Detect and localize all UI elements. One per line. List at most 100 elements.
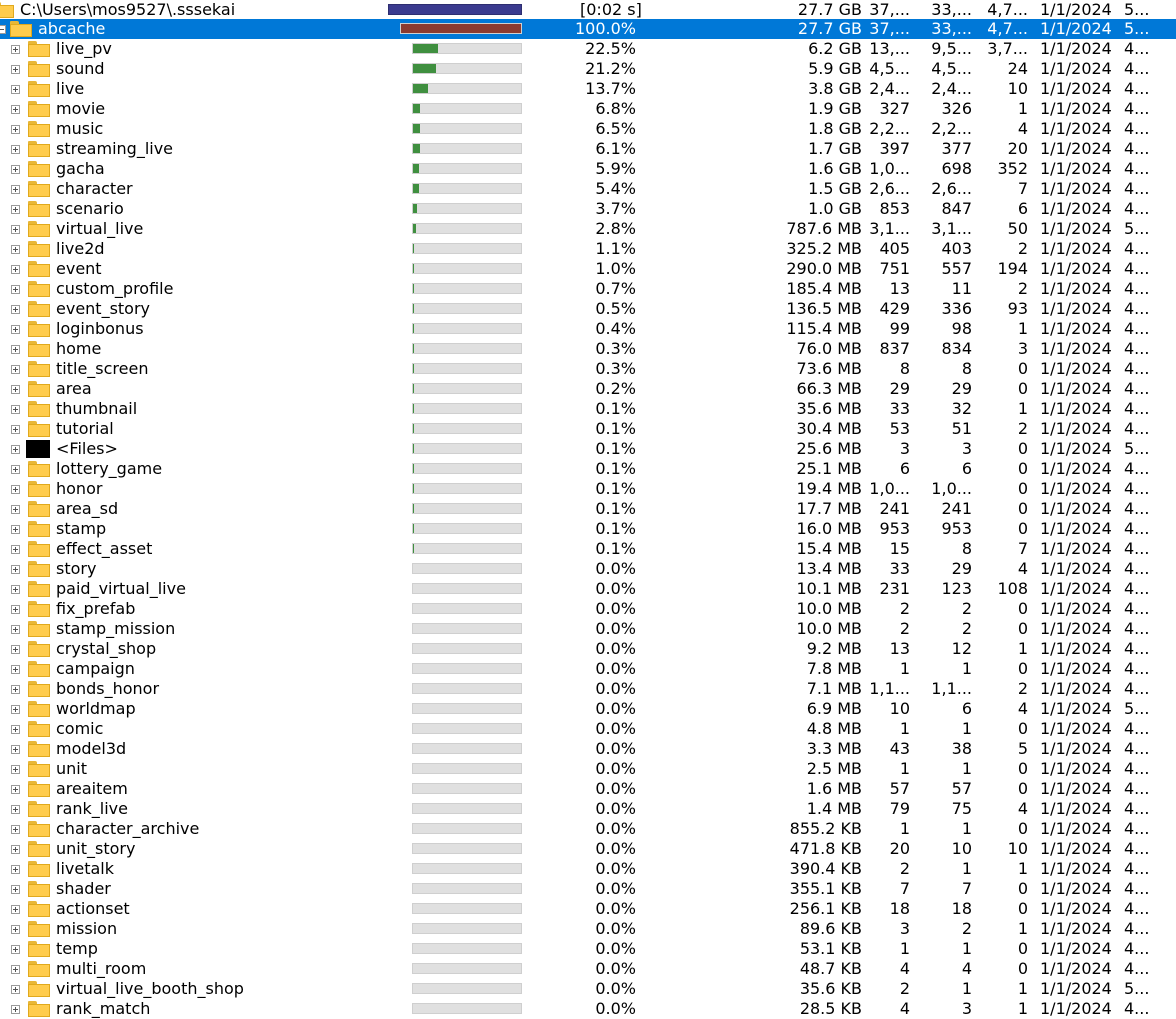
tree-row[interactable]: thumbnail 0.1% 35.6 MB 33 32 1 1/1/2024 4... <box>0 399 1176 419</box>
tree-row[interactable]: areaitem 0.0% 1.6 MB 57 57 0 1/1/2024 4... <box>0 779 1176 799</box>
expand-icon[interactable] <box>11 465 20 474</box>
tree-row[interactable]: bonds_honor 0.0% 7.1 MB 1,1... 1,1... 2 1/1/20… <box>0 679 1176 699</box>
expand-icon[interactable] <box>11 885 20 894</box>
tree-row[interactable]: custom_profile 0.7% 185.4 MB 13 11 2 1/1/2024 4… <box>0 279 1176 299</box>
tree-row[interactable]: story 0.0% 13.4 MB 33 29 4 1/1/2024 4... <box>0 559 1176 579</box>
tree-row[interactable]: tutorial 0.1% 30.4 MB 53 51 2 1/1/2024 4... <box>0 419 1176 439</box>
expand-icon[interactable] <box>11 1005 20 1014</box>
expand-icon[interactable] <box>11 865 20 874</box>
tree-row[interactable]: model3d 0.0% 3.3 MB 43 38 5 1/1/2024 4... <box>0 739 1176 759</box>
expand-icon[interactable] <box>11 365 20 374</box>
tree-row[interactable]: live 13.7% 3.8 GB 2,4... 2,4... 10 1/1/2024 4..… <box>0 79 1176 99</box>
expand-icon[interactable] <box>11 545 20 554</box>
tree-row[interactable]: fix_prefab 0.0% 10.0 MB 2 2 0 1/1/2024 4... <box>0 599 1176 619</box>
expand-icon[interactable] <box>11 945 20 954</box>
expand-icon[interactable] <box>11 585 20 594</box>
expand-icon[interactable] <box>11 145 20 154</box>
expand-icon[interactable] <box>11 965 20 974</box>
tree-row[interactable]: streaming_live 6.1% 1.7 GB 397 377 20 1/1/2024… <box>0 139 1176 159</box>
tree-row[interactable]: area 0.2% 66.3 MB 29 29 0 1/1/2024 4... <box>0 379 1176 399</box>
expand-icon[interactable] <box>11 645 20 654</box>
expand-icon[interactable] <box>11 205 20 214</box>
tree-row-selected[interactable]: abcache 100.0% 27.7 GB 37,... 33,... 4,7… <box>0 19 1176 39</box>
tree-row[interactable]: rank_live 0.0% 1.4 MB 79 75 4 1/1/2024 4... <box>0 799 1176 819</box>
tree-row[interactable]: multi_room 0.0% 48.7 KB 4 4 0 1/1/2024 4... <box>0 959 1176 979</box>
tree-row[interactable]: rank_match 0.0% 28.5 KB 4 3 1 1/1/2024 4... <box>0 999 1176 1019</box>
expand-icon[interactable] <box>11 265 20 274</box>
expand-icon[interactable] <box>11 985 20 994</box>
tree-row[interactable]: <Files> 0.1% 25.6 MB 3 3 0 1/1/2024 5... <box>0 439 1176 459</box>
expand-icon[interactable] <box>11 165 20 174</box>
tree-row[interactable]: stamp 0.1% 16.0 MB 953 953 0 1/1/2024 4... <box>0 519 1176 539</box>
tree-row[interactable]: home 0.3% 76.0 MB 837 834 3 1/1/2024 4... <box>0 339 1176 359</box>
expand-icon[interactable] <box>11 605 20 614</box>
tree-row[interactable]: paid_virtual_live 0.0% 10.1 MB 231 123 108 1/1… <box>0 579 1176 599</box>
expand-icon[interactable] <box>11 625 20 634</box>
expand-icon[interactable] <box>11 385 20 394</box>
expand-icon[interactable] <box>11 245 20 254</box>
tree-row[interactable]: character_archive 0.0% 855.2 KB 1 1 0 1/1/2024… <box>0 819 1176 839</box>
tree-row[interactable]: actionset 0.0% 256.1 KB 18 18 0 1/1/2024 4... <box>0 899 1176 919</box>
expand-icon[interactable] <box>11 405 20 414</box>
tree-row[interactable]: crystal_shop 0.0% 9.2 MB 13 12 1 1/1/2024 4... <box>0 639 1176 659</box>
tree-row[interactable]: event_story 0.5% 136.5 MB 429 336 93 1/1/2024 4… <box>0 299 1176 319</box>
tree-row[interactable]: scenario 3.7% 1.0 GB 853 847 6 1/1/2024 4... <box>0 199 1176 219</box>
tree-row[interactable]: honor 0.1% 19.4 MB 1,0... 1,0... 0 1/1/2024 4..… <box>0 479 1176 499</box>
expand-icon[interactable] <box>11 525 20 534</box>
tree-row[interactable]: unit_story 0.0% 471.8 KB 20 10 10 1/1/2024 4... <box>0 839 1176 859</box>
tree-row[interactable]: campaign 0.0% 7.8 MB 1 1 0 1/1/2024 4... <box>0 659 1176 679</box>
expand-icon[interactable] <box>11 565 20 574</box>
tree-row[interactable]: live_pv 22.5% 6.2 GB 13,... 9,5... 3,7... 1/1/… <box>0 39 1176 59</box>
expand-icon[interactable] <box>11 485 20 494</box>
tree-row[interactable]: temp 0.0% 53.1 KB 1 1 0 1/1/2024 4... <box>0 939 1176 959</box>
expand-icon[interactable] <box>11 845 20 854</box>
tree-row[interactable]: stamp_mission 0.0% 10.0 MB 2 2 0 1/1/2024 4... <box>0 619 1176 639</box>
expand-icon[interactable] <box>11 105 20 114</box>
expand-icon[interactable] <box>11 745 20 754</box>
tree-row[interactable]: character 5.4% 1.5 GB 2,6... 2,6... 7 1/1/2024… <box>0 179 1176 199</box>
tree-row[interactable]: effect_asset 0.1% 15.4 MB 15 8 7 1/1/2024 4... <box>0 539 1176 559</box>
tree-row[interactable]: event 1.0% 290.0 MB 751 557 194 1/1/2024 4... <box>0 259 1176 279</box>
tree-row[interactable]: live2d 1.1% 325.2 MB 405 403 2 1/1/2024 4... <box>0 239 1176 259</box>
expand-icon[interactable] <box>11 325 20 334</box>
tree-row[interactable]: shader 0.0% 355.1 KB 7 7 0 1/1/2024 4... <box>0 879 1176 899</box>
expand-icon[interactable] <box>11 685 20 694</box>
expand-icon[interactable] <box>11 825 20 834</box>
expand-icon[interactable] <box>11 285 20 294</box>
tree-row[interactable]: music 6.5% 1.8 GB 2,2... 2,2... 4 1/1/2024 4... <box>0 119 1176 139</box>
expand-icon[interactable] <box>11 125 20 134</box>
collapse-icon[interactable] <box>0 25 6 34</box>
expand-icon[interactable] <box>11 785 20 794</box>
tree-row[interactable]: loginbonus 0.4% 115.4 MB 99 98 1 1/1/2024 4... <box>0 319 1176 339</box>
expand-icon[interactable] <box>11 665 20 674</box>
expand-icon[interactable] <box>11 185 20 194</box>
expand-icon[interactable] <box>11 805 20 814</box>
tree-row[interactable]: mission 0.0% 89.6 KB 3 2 1 1/1/2024 4... <box>0 919 1176 939</box>
tree-root-row[interactable]: C:\Users\mos9527\.sssekai [0:02 s] 27.7 … <box>0 0 1176 20</box>
expand-icon[interactable] <box>11 925 20 934</box>
tree-row[interactable]: lottery_game 0.1% 25.1 MB 6 6 0 1/1/2024 4... <box>0 459 1176 479</box>
expand-icon[interactable] <box>11 905 20 914</box>
expand-icon[interactable] <box>11 225 20 234</box>
expand-icon[interactable] <box>11 65 20 74</box>
expand-icon[interactable] <box>11 505 20 514</box>
tree-row[interactable]: comic 0.0% 4.8 MB 1 1 0 1/1/2024 4... <box>0 719 1176 739</box>
expand-icon[interactable] <box>11 425 20 434</box>
tree-row[interactable]: worldmap 0.0% 6.9 MB 10 6 4 1/1/2024 5... <box>0 699 1176 719</box>
tree-row[interactable]: sound 21.2% 5.9 GB 4,5... 4,5... 24 1/1/2024 4.… <box>0 59 1176 79</box>
tree-row[interactable]: gacha 5.9% 1.6 GB 1,0... 698 352 1/1/2024 4... <box>0 159 1176 179</box>
expand-icon[interactable] <box>11 305 20 314</box>
tree-row[interactable]: movie 6.8% 1.9 GB 327 326 1 1/1/2024 4... <box>0 99 1176 119</box>
expand-icon[interactable] <box>11 345 20 354</box>
expand-icon[interactable] <box>11 705 20 714</box>
tree-row[interactable]: virtual_live_booth_shop 0.0% 35.6 KB 2 1 1 1/1… <box>0 979 1176 999</box>
tree-row[interactable]: virtual_live 2.8% 787.6 MB 3,1... 3,1... 50 1/… <box>0 219 1176 239</box>
expand-icon[interactable] <box>11 765 20 774</box>
expand-icon[interactable] <box>11 725 20 734</box>
expand-icon[interactable] <box>11 85 20 94</box>
expand-icon[interactable] <box>11 45 20 54</box>
expand-icon[interactable] <box>11 445 20 454</box>
tree-row[interactable]: area_sd 0.1% 17.7 MB 241 241 0 1/1/2024 4... <box>0 499 1176 519</box>
tree-row[interactable]: unit 0.0% 2.5 MB 1 1 0 1/1/2024 4... <box>0 759 1176 779</box>
tree-row[interactable]: livetalk 0.0% 390.4 KB 2 1 1 1/1/2024 4... <box>0 859 1176 879</box>
